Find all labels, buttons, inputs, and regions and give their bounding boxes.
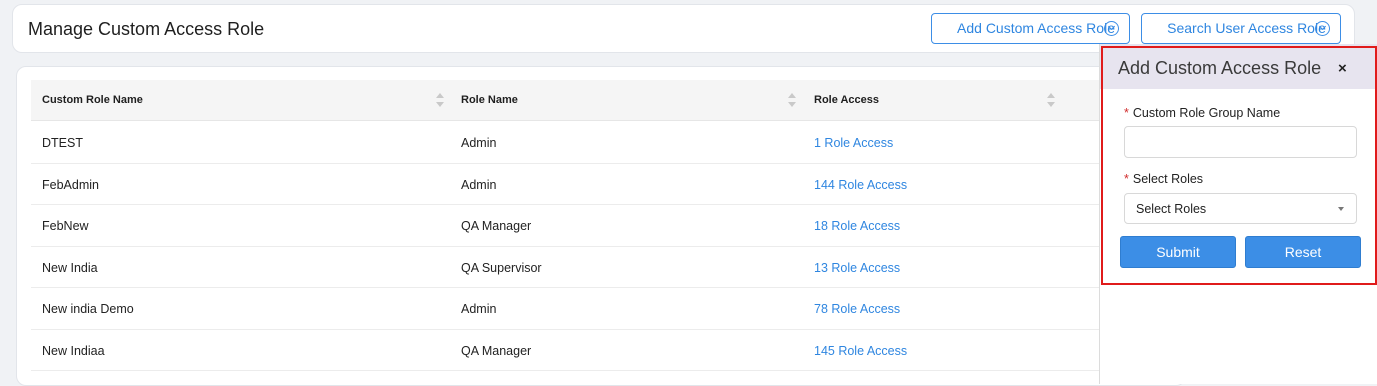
caret-down-icon [1338,207,1344,211]
table-row: FebAdmin Admin 144 Role Access [31,164,1187,205]
add-button-label: Add Custom Access Role [957,20,1115,36]
select-roles-label: * Select Roles [1124,172,1203,186]
custom-role-name: New india Demo [42,302,134,316]
role-access-link[interactable]: 1 Role Access [814,136,893,150]
group-name-label-text: Custom Role Group Name [1132,106,1281,120]
search-user-access-role-button[interactable]: Search User Access Role [1141,13,1341,44]
required-asterisk: * [1124,172,1129,186]
table-row: FebNew QA Manager 18 Role Access [31,205,1187,247]
custom-role-name: New India [42,260,98,275]
sort-icon[interactable] [436,93,444,107]
select-roles-dropdown[interactable]: Select Roles [1124,193,1357,224]
add-role-panel: Add Custom Access Role × * Custom Role Gr… [1099,44,1377,384]
chevron-down-circle-icon [1104,21,1119,36]
role-access-link[interactable]: 145 Role Access [814,344,907,358]
table-row: New india Demo Admin 78 Role Access [31,288,1187,330]
role-access-link[interactable]: 18 Role Access [814,219,900,233]
column-header-custom-role-name[interactable]: Custom Role Name [42,94,143,106]
custom-role-name: FebNew [42,219,89,233]
column-header-role-name[interactable]: Role Name [461,94,518,106]
role-name: Admin [461,136,497,150]
custom-role-name: DTEST [42,136,83,150]
role-access-link[interactable]: 78 Role Access [814,302,900,316]
table-header: Custom Role Name Role Name Role Access [31,80,1187,121]
custom-role-name: New Indiaa [42,343,105,358]
select-roles-value: Select Roles [1136,202,1207,216]
roles-table: Custom Role Name Role Name Role Access D… [16,66,1187,386]
panel-header: Add Custom Access Role × [1100,44,1377,89]
select-roles-label-text: Select Roles [1132,172,1204,186]
panel-title: Add Custom Access Role [1118,58,1322,78]
role-access-link[interactable]: 13 Role Access [814,261,900,275]
reset-button[interactable]: Reset [1245,236,1361,268]
close-icon[interactable]: × [1338,60,1347,77]
table-row: New Indiaa QA Manager 145 Role Access [31,330,1187,371]
role-access-link[interactable]: 144 Role Access [814,178,907,192]
sort-icon[interactable] [788,93,796,107]
custom-role-name: FebAdmin [42,177,99,192]
role-name: Admin [461,177,497,192]
add-custom-access-role-button[interactable]: Add Custom Access Role [931,13,1130,44]
role-name: Admin [461,302,497,316]
role-name: QA Supervisor [461,260,542,275]
table-row: New India QA Supervisor 13 Role Access [31,247,1187,288]
group-name-label: * Custom Role Group Name [1124,106,1280,120]
column-header-role-access[interactable]: Role Access [814,94,879,106]
table-row: DTEST Admin 1 Role Access [31,122,1187,164]
submit-button[interactable]: Submit [1120,236,1236,268]
search-button-label: Search User Access Role [1167,20,1326,36]
page-title: Manage Custom Access Role [28,19,265,39]
role-name: QA Manager [461,219,532,233]
required-asterisk: * [1124,106,1129,120]
role-name: QA Manager [461,343,532,358]
sort-icon[interactable] [1047,93,1055,107]
custom-role-group-name-input[interactable] [1124,126,1357,158]
chevron-down-circle-icon [1315,21,1330,36]
